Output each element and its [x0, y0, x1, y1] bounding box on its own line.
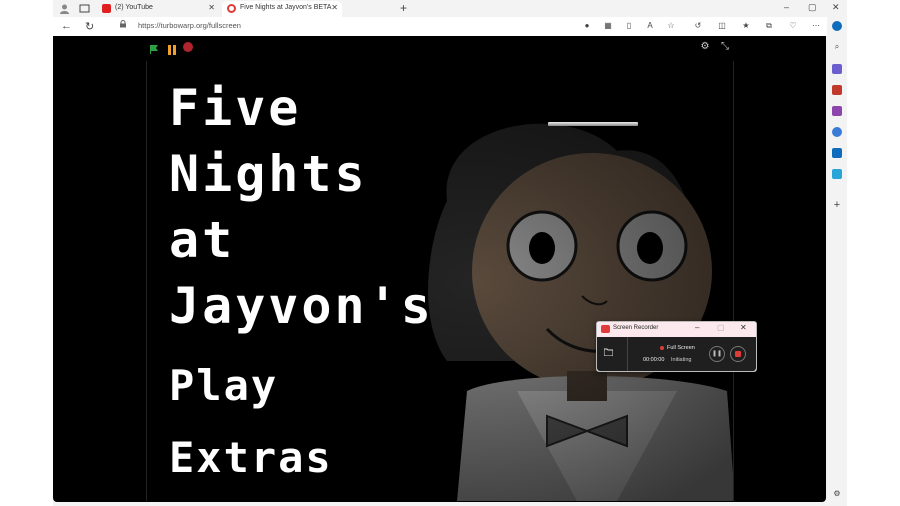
- favorite-star-icon[interactable]: ☆: [666, 21, 676, 30]
- browser-essentials-icon[interactable]: ♡: [788, 21, 798, 30]
- green-flag-icon[interactable]: [149, 41, 159, 54]
- youtube-icon: [102, 4, 111, 13]
- microphone-icon[interactable]: ●: [582, 21, 592, 30]
- stop-recording-button[interactable]: [730, 346, 746, 362]
- tab-label: (2) YouTube: [115, 4, 153, 11]
- close-tab-icon[interactable]: ✕: [208, 1, 215, 15]
- back-icon[interactable]: ←: [61, 20, 72, 32]
- copilot-icon[interactable]: [832, 21, 842, 31]
- game-stage[interactable]: Five Nights at Jayvon's Play Extras: [146, 61, 734, 501]
- record-indicator-icon: [660, 346, 664, 350]
- recorder-close-button[interactable]: ✕: [740, 323, 747, 332]
- tools-icon[interactable]: [832, 85, 842, 95]
- profile-icon[interactable]: [59, 3, 70, 14]
- add-sidebar-app-icon[interactable]: +: [832, 200, 842, 211]
- refresh-extension-icon[interactable]: ↺: [693, 21, 703, 30]
- drop-icon[interactable]: [832, 169, 842, 179]
- pause-recording-button[interactable]: ❚❚: [709, 346, 725, 362]
- recorder-titlebar[interactable]: Screen Recorder – ▢ ✕: [597, 322, 756, 337]
- collections-icon[interactable]: ⧉: [764, 21, 774, 31]
- edge-sidebar: ⌕ + ⚙: [827, 17, 847, 506]
- extras-option[interactable]: Extras: [169, 433, 333, 482]
- favorites-icon[interactable]: ★: [741, 21, 751, 30]
- tab-favicon-icon: [227, 4, 236, 13]
- screen-recorder-window[interactable]: Screen Recorder – ▢ ✕ Full Screen 00:00:…: [596, 321, 757, 372]
- read-aloud-icon[interactable]: A: [645, 21, 655, 30]
- recording-status: Initiating: [671, 357, 692, 363]
- games-icon[interactable]: [832, 106, 842, 116]
- reading-view-icon[interactable]: ▯: [624, 21, 634, 30]
- apps-icon[interactable]: ▦: [603, 21, 613, 30]
- right-padding: [847, 0, 900, 506]
- minimize-button[interactable]: –: [784, 2, 789, 12]
- left-padding: [0, 0, 53, 506]
- tab-five-nights[interactable]: Five Nights at Jayvon's BETA ✕: [222, 1, 342, 17]
- recorder-maximize-button[interactable]: ▢: [717, 323, 725, 332]
- exit-fullscreen-icon[interactable]: ⤡: [718, 41, 732, 53]
- close-tab-icon[interactable]: ✕: [331, 1, 338, 15]
- outlook-icon[interactable]: [832, 148, 842, 158]
- lock-icon: [119, 20, 127, 30]
- address-bar[interactable]: https://turbowarp.org/fullscreen: [111, 19, 651, 34]
- close-window-button[interactable]: ✕: [832, 2, 840, 13]
- recorder-divider: [627, 337, 628, 371]
- play-option[interactable]: Play: [169, 361, 278, 410]
- refresh-icon[interactable]: ↻: [85, 20, 94, 33]
- recorder-app-icon: [601, 325, 610, 333]
- page-content: ⚙ ⤡ Five Nights at Jayvon's Play Extras: [53, 36, 826, 502]
- sidebar-settings-icon[interactable]: ⚙: [832, 489, 842, 499]
- shopping-icon[interactable]: [832, 64, 842, 74]
- folder-icon[interactable]: [603, 348, 614, 358]
- stop-icon[interactable]: [183, 42, 193, 52]
- url-text: https://turbowarp.org/fullscreen: [138, 21, 241, 30]
- search-icon[interactable]: ⌕: [832, 42, 842, 52]
- capture-mode: Full Screen: [667, 345, 695, 351]
- loading-bar: [548, 122, 638, 126]
- game-title: Five Nights at Jayvon's: [169, 79, 434, 335]
- recorder-title: Screen Recorder: [613, 325, 659, 331]
- tab-strip: (2) YouTube ✕ Five Nights at Jayvon's BE…: [53, 0, 847, 17]
- recorder-body: Full Screen 00:00:00 Initiating ❚❚: [597, 337, 756, 371]
- browser-toolbar: ← ↻ https://turbowarp.org/fullscreen ● ▦…: [53, 17, 847, 36]
- more-options-icon[interactable]: ⋯: [811, 21, 821, 30]
- turbo-mode-icon[interactable]: ⚙: [698, 41, 712, 53]
- microsoft-365-icon[interactable]: [832, 127, 842, 137]
- pause-icon[interactable]: [167, 42, 177, 55]
- new-tab-button[interactable]: +: [400, 1, 407, 15]
- maximize-button[interactable]: ▢: [808, 2, 817, 13]
- workspaces-icon[interactable]: [79, 3, 90, 14]
- recording-time: 00:00:00: [643, 357, 665, 363]
- tab-youtube[interactable]: (2) YouTube ✕: [97, 1, 219, 17]
- tab-label: Five Nights at Jayvon's BETA: [240, 4, 332, 11]
- split-screen-icon[interactable]: ◫: [717, 21, 727, 30]
- recorder-minimize-button[interactable]: –: [695, 323, 699, 332]
